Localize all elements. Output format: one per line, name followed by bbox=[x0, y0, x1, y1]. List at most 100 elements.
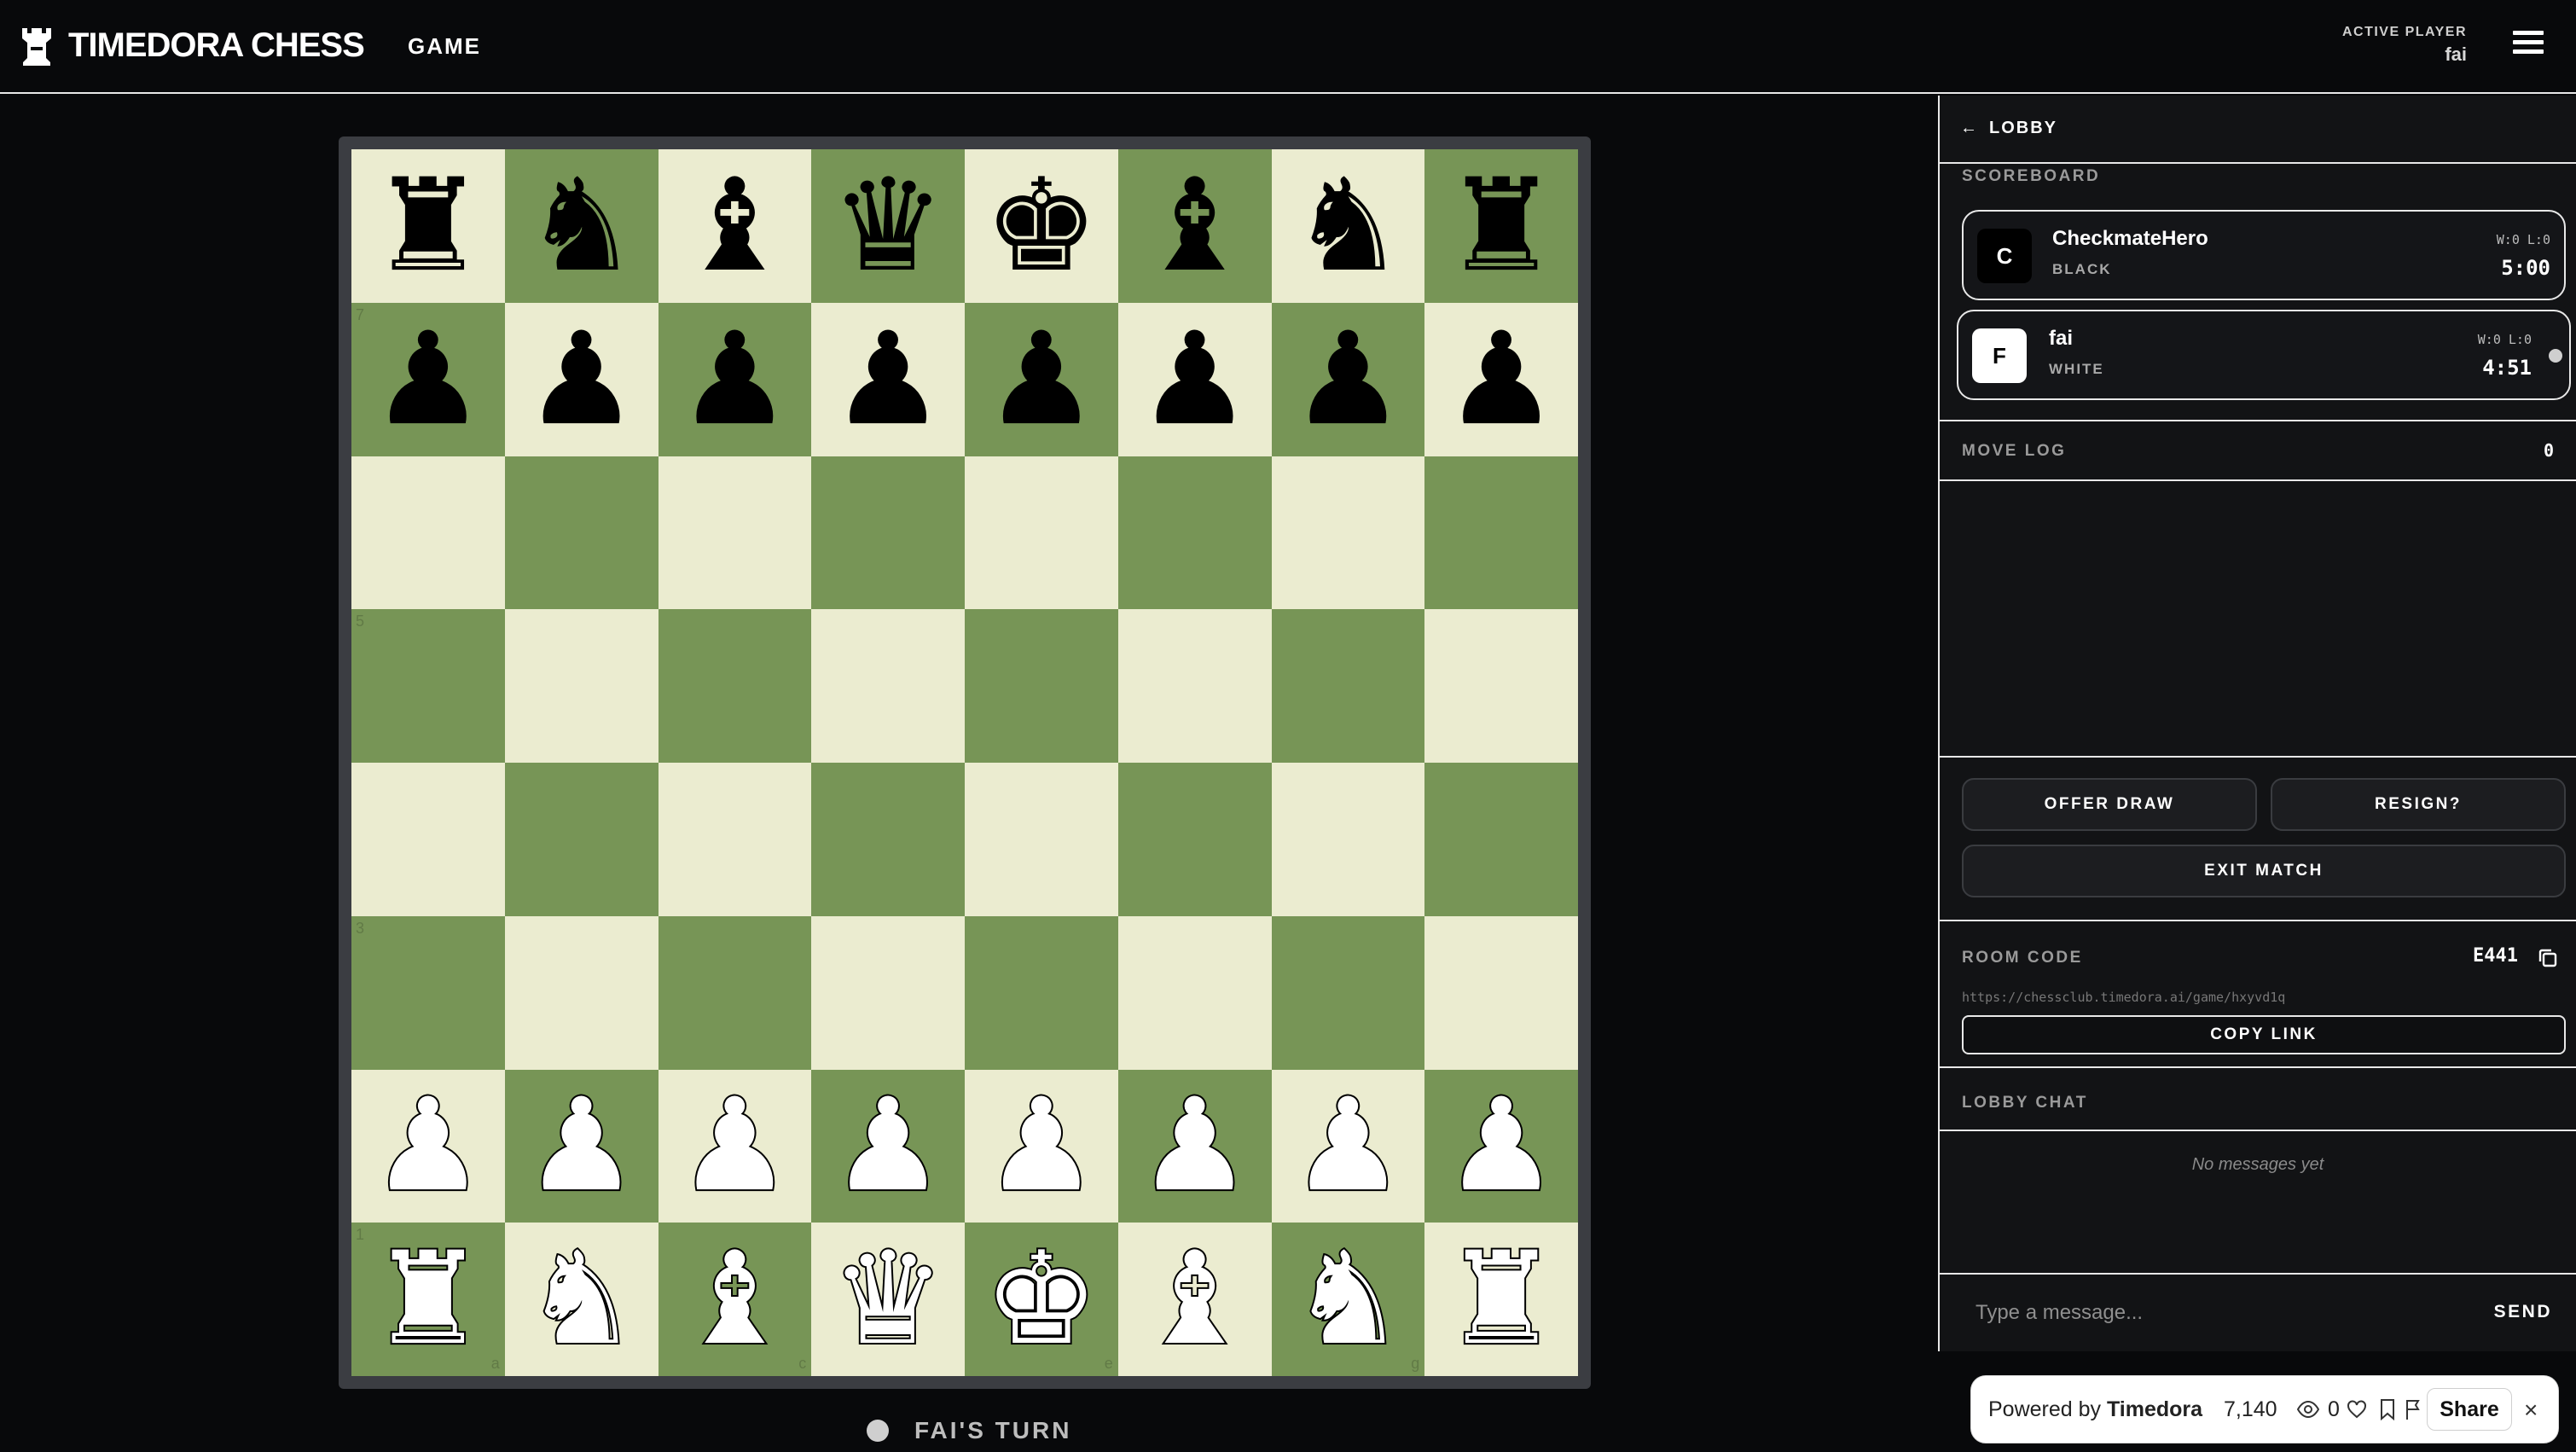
share-button[interactable]: Share bbox=[2427, 1388, 2512, 1431]
chess-piece[interactable]: ♟ bbox=[677, 316, 792, 444]
board-square[interactable] bbox=[965, 915, 1118, 1070]
board-square[interactable]: ♜ bbox=[1424, 1223, 1578, 1376]
board-square[interactable] bbox=[1117, 609, 1272, 763]
chat-message-input[interactable] bbox=[1940, 1275, 2451, 1351]
board-square[interactable] bbox=[811, 609, 965, 763]
board-square[interactable] bbox=[811, 456, 965, 610]
close-icon[interactable]: × bbox=[2524, 1398, 2538, 1422]
chess-piece[interactable]: ♜ bbox=[1444, 162, 1558, 290]
board-square[interactable]: ♜ bbox=[351, 149, 505, 303]
chess-piece[interactable]: ♛ bbox=[831, 162, 945, 290]
board-square[interactable] bbox=[504, 456, 659, 610]
board-square[interactable]: ♜ 1 a bbox=[351, 1223, 505, 1376]
board-square[interactable] bbox=[965, 763, 1118, 916]
board-square[interactable] bbox=[1424, 915, 1578, 1070]
board-square[interactable]: ♟ bbox=[1117, 1069, 1272, 1223]
board-square[interactable]: ♟ bbox=[1424, 302, 1578, 456]
board-square[interactable]: 3 bbox=[351, 915, 505, 1070]
board-square[interactable]: ♝ bbox=[658, 149, 812, 303]
board-square[interactable] bbox=[1424, 763, 1578, 916]
chess-piece[interactable]: ♞ bbox=[522, 1234, 640, 1365]
chess-piece[interactable]: ♞ bbox=[1289, 1234, 1407, 1365]
board-square[interactable] bbox=[811, 915, 965, 1070]
lobby-back-link[interactable]: ← LOBBY bbox=[1960, 109, 2057, 147]
board-square[interactable]: ♟ bbox=[351, 1069, 505, 1223]
board-square[interactable]: ♞ bbox=[1271, 149, 1425, 303]
nav-game-link[interactable]: GAME bbox=[408, 31, 481, 61]
board-square[interactable]: ♟ bbox=[1424, 1069, 1578, 1223]
resign-button[interactable]: RESIGN? bbox=[2271, 778, 2566, 831]
chess-piece[interactable]: ♟ bbox=[1442, 1080, 1560, 1211]
chess-piece[interactable]: ♝ bbox=[677, 162, 792, 290]
board-square[interactable]: ♛ bbox=[811, 1223, 965, 1376]
chess-piece[interactable]: ♟ bbox=[1137, 316, 1251, 444]
chess-piece[interactable]: ♟ bbox=[1291, 316, 1405, 444]
board-square[interactable] bbox=[1271, 915, 1425, 1070]
brand-name[interactable]: TIMEDORA CHESS bbox=[68, 24, 365, 67]
offer-draw-button[interactable]: OFFER DRAW bbox=[1962, 778, 2257, 831]
chess-piece[interactable]: ♜ bbox=[371, 162, 485, 290]
board-square[interactable]: ♞ g bbox=[1271, 1223, 1425, 1376]
board-square[interactable] bbox=[504, 915, 659, 1070]
board-square[interactable]: ♟ bbox=[965, 302, 1118, 456]
board-square[interactable]: ♝ bbox=[1117, 149, 1272, 303]
chess-piece[interactable]: ♝ bbox=[676, 1234, 793, 1365]
chess-piece[interactable]: ♟ bbox=[676, 1080, 793, 1211]
board-square[interactable]: ♟ bbox=[811, 302, 965, 456]
chess-piece[interactable]: ♟ bbox=[522, 1080, 640, 1211]
flag-icon[interactable] bbox=[2405, 1398, 2422, 1420]
board-square[interactable]: ♟ bbox=[504, 302, 659, 456]
board-square[interactable] bbox=[658, 609, 812, 763]
board-square[interactable]: ♚ bbox=[965, 149, 1118, 303]
chess-piece[interactable]: ♞ bbox=[1291, 162, 1405, 290]
rook-logo-icon[interactable] bbox=[19, 26, 55, 68]
chess-piece[interactable]: ♝ bbox=[1135, 1234, 1253, 1365]
chess-piece[interactable]: ♟ bbox=[829, 1080, 947, 1211]
hamburger-menu-icon[interactable] bbox=[2513, 31, 2544, 61]
board-square[interactable] bbox=[1117, 763, 1272, 916]
chess-piece[interactable]: ♟ bbox=[983, 1080, 1100, 1211]
board-square[interactable]: ♟ bbox=[811, 1069, 965, 1223]
board-square[interactable] bbox=[965, 456, 1118, 610]
board-square[interactable] bbox=[504, 763, 659, 916]
board-square[interactable] bbox=[1117, 456, 1272, 610]
board-square[interactable]: ♟ 7 bbox=[351, 302, 505, 456]
copy-icon[interactable] bbox=[2537, 947, 2559, 969]
exit-match-button[interactable]: EXIT MATCH bbox=[1962, 845, 2566, 897]
board-square[interactable]: ♛ bbox=[811, 149, 965, 303]
copy-link-button[interactable]: COPY LINK bbox=[1962, 1015, 2566, 1054]
board-square[interactable]: 5 bbox=[351, 609, 505, 763]
chess-piece[interactable]: ♟ bbox=[831, 316, 945, 444]
chess-piece[interactable]: ♞ bbox=[524, 162, 638, 290]
board-square[interactable]: ♟ bbox=[1271, 302, 1425, 456]
send-button[interactable]: SEND bbox=[2494, 1302, 2552, 1322]
chess-piece[interactable]: ♟ bbox=[1135, 1080, 1253, 1211]
board-square[interactable]: ♟ bbox=[1117, 302, 1272, 456]
board-square[interactable] bbox=[1271, 609, 1425, 763]
chess-piece[interactable]: ♚ bbox=[983, 1234, 1100, 1365]
powered-by-text[interactable]: Powered by Timedora bbox=[1988, 1397, 2202, 1422]
chess-piece[interactable]: ♟ bbox=[984, 316, 1099, 444]
board-square[interactable] bbox=[965, 609, 1118, 763]
heart-icon[interactable] bbox=[2347, 1399, 2367, 1420]
board-square[interactable] bbox=[351, 763, 505, 916]
board-square[interactable]: ♟ bbox=[965, 1069, 1118, 1223]
bookmark-icon[interactable] bbox=[2379, 1398, 2396, 1420]
board-square[interactable]: ♜ bbox=[1424, 149, 1578, 303]
board-square[interactable]: ♟ bbox=[658, 302, 812, 456]
board-square[interactable] bbox=[504, 609, 659, 763]
chess-piece[interactable]: ♜ bbox=[369, 1234, 487, 1365]
board-square[interactable]: ♚ e bbox=[965, 1223, 1118, 1376]
board-square[interactable]: ♝ c bbox=[658, 1223, 812, 1376]
board-square[interactable] bbox=[1271, 456, 1425, 610]
chess-piece[interactable]: ♟ bbox=[1444, 316, 1558, 444]
chess-piece[interactable]: ♛ bbox=[829, 1234, 947, 1365]
chess-piece[interactable]: ♟ bbox=[371, 316, 485, 444]
chess-piece[interactable]: ♟ bbox=[1289, 1080, 1407, 1211]
board-square[interactable] bbox=[658, 763, 812, 916]
board-square[interactable]: ♝ bbox=[1117, 1223, 1272, 1376]
chess-piece[interactable]: ♝ bbox=[1137, 162, 1251, 290]
chess-piece[interactable]: ♟ bbox=[524, 316, 638, 444]
board-square[interactable] bbox=[1271, 763, 1425, 916]
board-square[interactable]: ♞ bbox=[504, 149, 659, 303]
